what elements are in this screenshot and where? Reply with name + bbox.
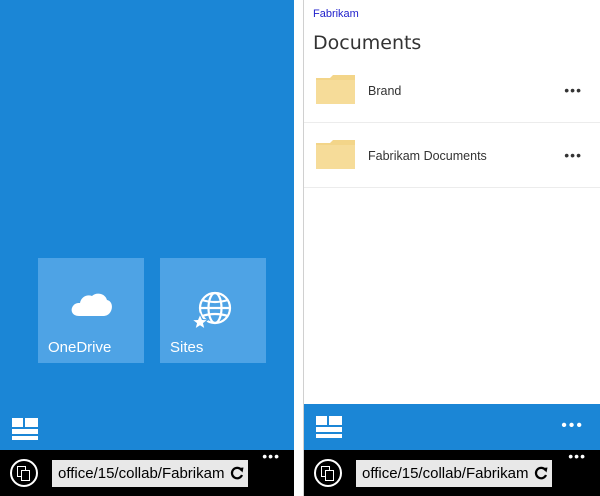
tabs-icon[interactable] <box>314 459 342 487</box>
phone-left-screen: OneDrive Sites office/15/collab/Fabrikam <box>0 0 294 496</box>
browser-address-bar: office/15/collab/Fabrikam ••• <box>304 449 600 496</box>
sites-tile[interactable]: Sites <box>160 258 266 363</box>
browser-more-button[interactable]: ••• <box>262 449 280 463</box>
site-breadcrumb-link[interactable]: Fabrikam <box>313 8 359 20</box>
screen-divider <box>294 0 303 496</box>
tiles-view-icon[interactable] <box>12 418 38 440</box>
folder-icon <box>316 140 355 169</box>
app-bar-more-button[interactable]: ••• <box>561 417 584 435</box>
page-title: Documents <box>313 32 422 54</box>
url-text: office/15/collab/Fabrikam <box>58 465 225 482</box>
folder-row-brand[interactable]: Brand ••• <box>304 58 600 123</box>
cloud-icon <box>71 293 112 316</box>
tabs-icon[interactable] <box>10 459 38 487</box>
app-bar: ••• <box>304 404 600 450</box>
onedrive-tile[interactable]: OneDrive <box>38 258 144 363</box>
folder-row-fabrikam-documents[interactable]: Fabrikam Documents ••• <box>304 123 600 188</box>
browser-more-button[interactable]: ••• <box>568 449 586 463</box>
url-field[interactable]: office/15/collab/Fabrikam <box>52 460 248 487</box>
url-field[interactable]: office/15/collab/Fabrikam <box>356 460 552 487</box>
browser-address-bar: office/15/collab/Fabrikam ••• <box>0 449 294 496</box>
document-list: Brand ••• Fabrikam Documents ••• <box>304 58 600 188</box>
folder-icon <box>316 75 355 104</box>
sites-tile-label: Sites <box>170 339 204 356</box>
phone-right-screen: Fabrikam Documents Brand ••• Fabrikam Do… <box>303 0 600 496</box>
onedrive-tile-label: OneDrive <box>48 339 112 356</box>
globe-star-icon <box>191 291 232 330</box>
refresh-icon[interactable] <box>534 466 548 480</box>
folder-more-button[interactable]: ••• <box>564 82 582 98</box>
folder-name: Brand <box>368 84 402 98</box>
url-text: office/15/collab/Fabrikam <box>362 465 529 482</box>
folder-name: Fabrikam Documents <box>368 149 487 163</box>
refresh-icon[interactable] <box>230 466 244 480</box>
tiles-view-icon[interactable] <box>316 416 342 438</box>
folder-more-button[interactable]: ••• <box>564 147 582 163</box>
